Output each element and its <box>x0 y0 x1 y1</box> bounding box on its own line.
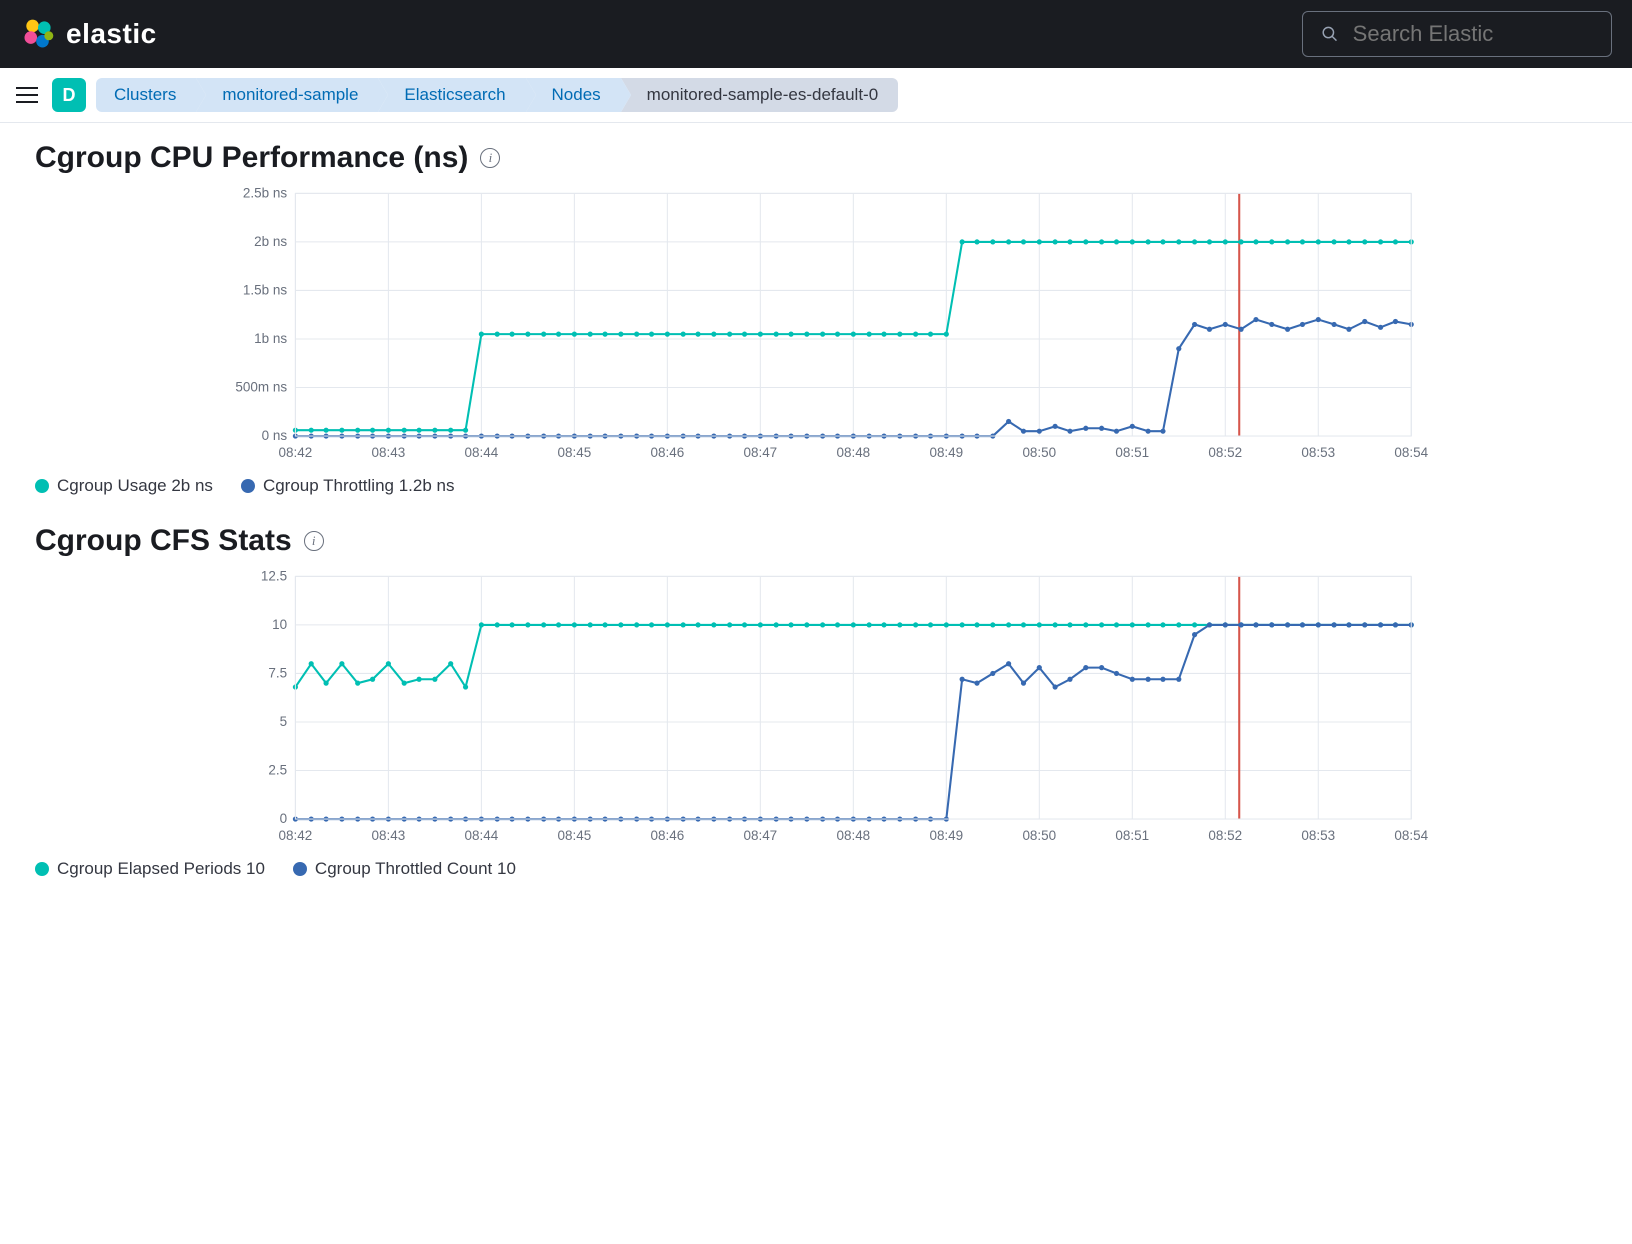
legend-item[interactable]: Cgroup Usage 2b ns <box>35 476 213 496</box>
svg-text:08:50: 08:50 <box>1022 445 1056 460</box>
search-input[interactable] <box>1353 21 1593 47</box>
svg-text:08:49: 08:49 <box>929 445 963 460</box>
svg-text:500m ns: 500m ns <box>235 380 287 395</box>
breadcrumb-item[interactable]: Nodes <box>526 78 621 112</box>
svg-text:0 ns: 0 ns <box>262 428 288 443</box>
legend-dot-icon <box>241 479 255 493</box>
chart-block: Cgroup CFS Stats i 0 2.5 5 7.5 10 12.5 08:42 08… <box>35 524 1597 879</box>
svg-text:08:52: 08:52 <box>1208 445 1242 460</box>
svg-text:08:52: 08:52 <box>1208 828 1242 843</box>
chart-plot: 0 ns 500m ns 1b ns 1.5b ns 2b ns 2.5b ns 08:42… <box>35 183 1597 463</box>
svg-text:12.5: 12.5 <box>261 569 287 584</box>
legend-dot-icon <box>293 862 307 876</box>
svg-text:08:43: 08:43 <box>372 445 406 460</box>
legend: Cgroup Usage 2b ns Cgroup Throttling 1.2b… <box>35 476 1597 496</box>
svg-text:0: 0 <box>280 811 288 826</box>
svg-text:08:45: 08:45 <box>558 445 592 460</box>
brand-name: elastic <box>66 18 157 50</box>
svg-text:08:42: 08:42 <box>279 445 313 460</box>
breadcrumb-item: monitored-sample-es-default-0 <box>621 78 899 112</box>
svg-text:08:45: 08:45 <box>558 828 592 843</box>
app-icon[interactable]: D <box>52 78 86 112</box>
svg-text:08:46: 08:46 <box>650 828 684 843</box>
svg-text:08:50: 08:50 <box>1022 828 1056 843</box>
brand[interactable]: elastic <box>20 16 157 52</box>
svg-text:1.5b ns: 1.5b ns <box>243 283 287 298</box>
svg-text:08:53: 08:53 <box>1301 828 1335 843</box>
svg-text:5: 5 <box>280 714 288 729</box>
svg-text:08:49: 08:49 <box>929 828 963 843</box>
legend-label: Cgroup Elapsed Periods 10 <box>57 859 265 879</box>
legend-item[interactable]: Cgroup Throttled Count 10 <box>293 859 516 879</box>
svg-text:08:44: 08:44 <box>465 445 499 460</box>
legend-dot-icon <box>35 862 49 876</box>
svg-text:08:53: 08:53 <box>1301 445 1335 460</box>
elastic-logo-icon <box>20 16 56 52</box>
breadcrumb-item[interactable]: Clusters <box>96 78 196 112</box>
breadcrumb-item[interactable]: monitored-sample <box>196 78 378 112</box>
svg-text:08:47: 08:47 <box>743 445 777 460</box>
svg-text:2.5b ns: 2.5b ns <box>243 186 287 201</box>
legend-label: Cgroup Throttling 1.2b ns <box>263 476 455 496</box>
svg-text:08:44: 08:44 <box>465 828 499 843</box>
svg-text:08:51: 08:51 <box>1115 445 1149 460</box>
svg-text:08:48: 08:48 <box>836 828 870 843</box>
info-icon[interactable]: i <box>304 531 324 551</box>
search-box[interactable] <box>1302 11 1612 57</box>
svg-text:2.5: 2.5 <box>268 763 287 778</box>
legend: Cgroup Elapsed Periods 10 Cgroup Throttle… <box>35 859 1597 879</box>
chart-plot: 0 2.5 5 7.5 10 12.5 08:42 08:43 08:44 08:45 08:46 0… <box>35 566 1597 846</box>
chart-title: Cgroup CFS Stats <box>35 524 292 558</box>
svg-text:08:54: 08:54 <box>1394 445 1428 460</box>
svg-text:08:47: 08:47 <box>743 828 777 843</box>
svg-text:08:46: 08:46 <box>650 445 684 460</box>
breadcrumb: Clustersmonitored-sampleElasticsearchNod… <box>96 78 898 112</box>
svg-text:2b ns: 2b ns <box>254 234 287 249</box>
search-icon <box>1321 24 1339 44</box>
legend-label: Cgroup Throttled Count 10 <box>315 859 516 879</box>
svg-text:08:51: 08:51 <box>1115 828 1149 843</box>
svg-text:08:43: 08:43 <box>372 828 406 843</box>
svg-text:10: 10 <box>272 617 287 632</box>
top-bar: elastic <box>0 0 1632 68</box>
svg-text:08:42: 08:42 <box>279 828 313 843</box>
menu-toggle-icon[interactable] <box>12 78 42 112</box>
chart-block: Cgroup CPU Performance (ns) i 0 ns 500m n… <box>35 141 1597 496</box>
info-icon[interactable]: i <box>480 148 500 168</box>
chart-title: Cgroup CPU Performance (ns) <box>35 141 468 175</box>
svg-text:08:48: 08:48 <box>836 445 870 460</box>
svg-text:7.5: 7.5 <box>268 666 287 681</box>
sub-header: D Clustersmonitored-sampleElasticsearchN… <box>0 68 1632 123</box>
breadcrumb-item[interactable]: Elasticsearch <box>378 78 525 112</box>
legend-item[interactable]: Cgroup Elapsed Periods 10 <box>35 859 265 879</box>
svg-text:1b ns: 1b ns <box>254 331 287 346</box>
legend-label: Cgroup Usage 2b ns <box>57 476 213 496</box>
svg-text:08:54: 08:54 <box>1394 828 1428 843</box>
legend-item[interactable]: Cgroup Throttling 1.2b ns <box>241 476 455 496</box>
legend-dot-icon <box>35 479 49 493</box>
